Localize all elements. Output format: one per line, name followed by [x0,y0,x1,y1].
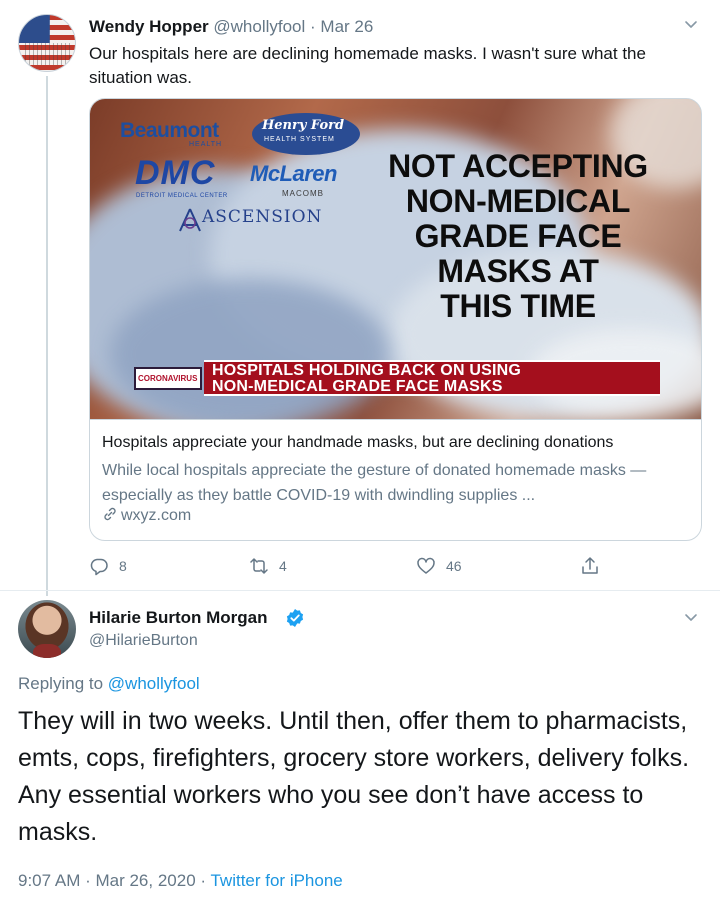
avatar[interactable] [18,600,76,658]
retweet-button[interactable]: 4 [249,554,287,578]
retweet-count: 4 [279,558,287,574]
replying-to-mention[interactable]: @whollyfool [108,674,200,693]
display-name[interactable]: Wendy Hopper [89,17,209,36]
henry-ford-logo: Henry Ford [262,118,345,133]
caret-down-icon[interactable] [683,16,699,32]
card-domain-text: wxyz.com [121,507,192,524]
headline-line: GRADE FACE [414,218,622,254]
tweet-text: Our hospitals here are declining homemad… [89,44,646,87]
lower-third-line-2: NON-MEDICAL GRADE FACE MASKS [212,378,503,395]
card-image[interactable]: Beaumont HEALTH Henry Ford HEALTH SYSTEM… [90,99,701,419]
beaumont-logo-sub: HEALTH [189,141,223,148]
card-description: While local hospitals appreciate the ges… [102,462,647,504]
tweet-divider [0,590,720,591]
tweet-date[interactable]: Mar 26 [320,17,373,36]
like-button[interactable]: 46 [416,554,462,578]
tweet-meta: 9:07 AM · Mar 26, 2020 · Twitter for iPh… [18,871,343,891]
link-icon [104,507,116,521]
image-headline: NOT ACCEPTING NON-MEDICAL GRADE FACE MAS… [368,149,668,324]
thread-connector-line [46,76,48,596]
headline-line: THIS TIME [440,288,596,324]
card-domain[interactable]: wxyz.com [102,506,191,525]
ascension-logo: ASCENSION [202,207,323,227]
tweet-source[interactable]: Twitter for iPhone [210,871,342,890]
card-title[interactable]: Hospitals appreciate your handmade masks… [102,434,613,452]
tweet-header: Wendy Hopper @whollyfool · Mar 26 [89,17,373,37]
news-lower-third: CORONAVIRUS HOSPITALS HOLDING BACK ON US… [134,360,660,396]
avatar[interactable] [18,14,76,72]
reply-button[interactable]: 8 [89,554,127,578]
tweet-text: They will in two weeks. Until then, offe… [18,707,690,846]
headline-line: NON-MEDICAL [405,183,631,219]
share-button[interactable] [580,554,600,578]
link-preview-card[interactable]: Beaumont HEALTH Henry Ford HEALTH SYSTEM… [89,98,702,541]
tweet-wendy-hopper[interactable]: Wendy Hopper @whollyfool · Mar 26 Our ho… [0,0,720,596]
mclaren-logo-sub: MACOMB [282,189,324,198]
headline-line: NOT ACCEPTING [388,148,648,184]
henry-ford-logo-sub: HEALTH SYSTEM [264,136,335,143]
dmc-logo-sub: DETROIT MEDICAL CENTER [136,193,228,199]
user-handle[interactable]: @HilarieBurton [89,632,198,650]
headline-line: MASKS AT [437,253,599,289]
replying-to: Replying to @whollyfool [18,674,200,694]
caret-down-icon[interactable] [683,609,699,625]
dmc-logo: DMC [135,154,216,192]
tweet-actions: 8 4 46 [89,554,609,578]
reply-count: 8 [119,558,127,574]
mask-blur-shape [110,279,390,419]
mclaren-logo: McLaren [250,161,337,186]
verified-badge-icon [286,609,304,627]
like-icon [417,557,435,574]
reply-icon [90,558,108,576]
lower-third-tag: CORONAVIRUS [134,367,202,390]
retweet-icon [250,558,268,574]
card-body[interactable]: Hospitals appreciate your handmade masks… [90,419,701,540]
display-name[interactable]: Hilarie Burton Morgan [89,608,268,628]
like-count: 46 [446,558,462,574]
tweet-timestamp[interactable]: 9:07 AM · Mar 26, 2020 · [18,871,210,890]
replying-to-prefix: Replying to [18,674,108,693]
beaumont-logo: Beaumont [120,119,219,142]
separator-dot: · [310,17,316,36]
ascension-mark-icon [179,208,201,232]
user-handle[interactable]: @whollyfool [213,17,305,36]
share-icon [582,557,598,574]
lower-third-tag-label: CORONAVIRUS [138,374,198,383]
